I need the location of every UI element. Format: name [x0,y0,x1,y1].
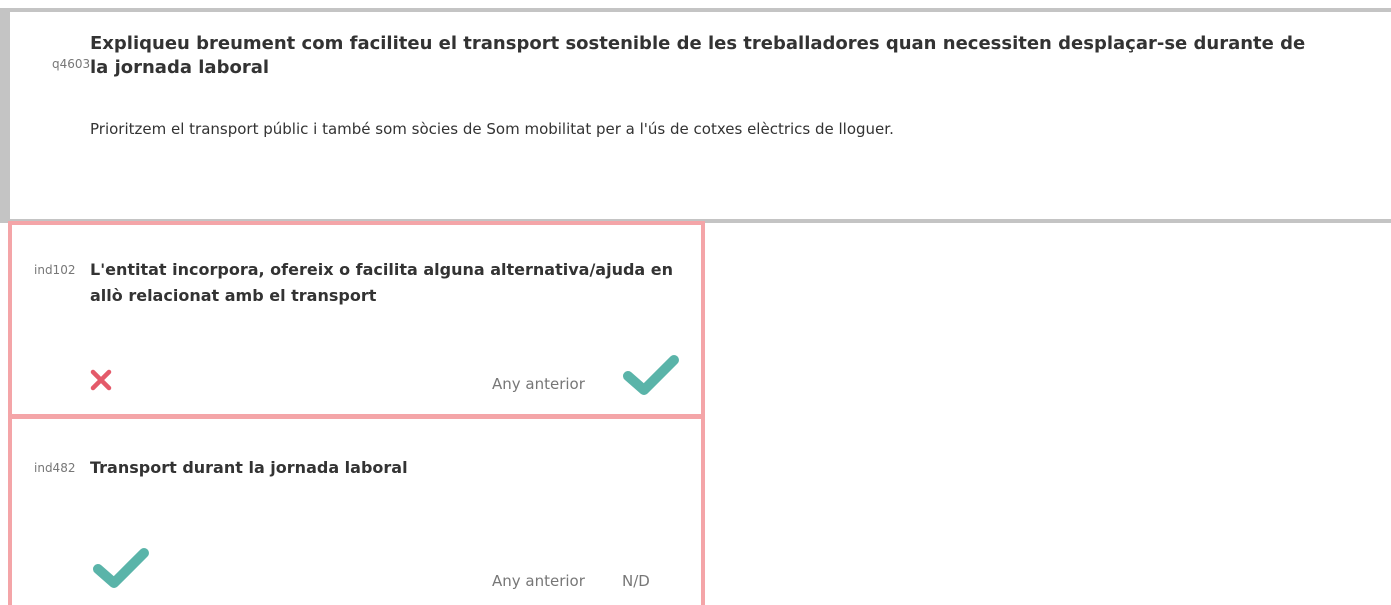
indicator-code: ind102 [34,263,76,277]
question-panel: q4603 Expliqueu breument com faciliteu e… [0,8,1391,223]
indicator-card-ind102: ind102 L'entitat incorpora, ofereix o fa… [8,221,705,418]
indicator-title: Transport durant la jornada laboral [90,458,408,477]
previous-year-label: Any anterior [492,572,585,590]
check-icon [622,352,680,402]
previous-year-value: N/D [622,572,650,590]
indicator-code: ind482 [34,461,76,475]
previous-year-label: Any anterior [492,375,585,393]
indicator-card-ind482: ind482 Transport durant la jornada labor… [8,415,705,605]
check-icon [92,545,150,595]
cross-icon [90,369,112,395]
question-title: Expliqueu breument com faciliteu el tran… [90,33,1306,78]
indicator-title: L'entitat incorpora, ofereix o facilita … [90,260,674,305]
question-code: q4603 [52,57,91,71]
question-answer: Prioritzem el transport públic i també s… [90,120,894,138]
page: q4603 Expliqueu breument com faciliteu e… [0,0,1391,605]
